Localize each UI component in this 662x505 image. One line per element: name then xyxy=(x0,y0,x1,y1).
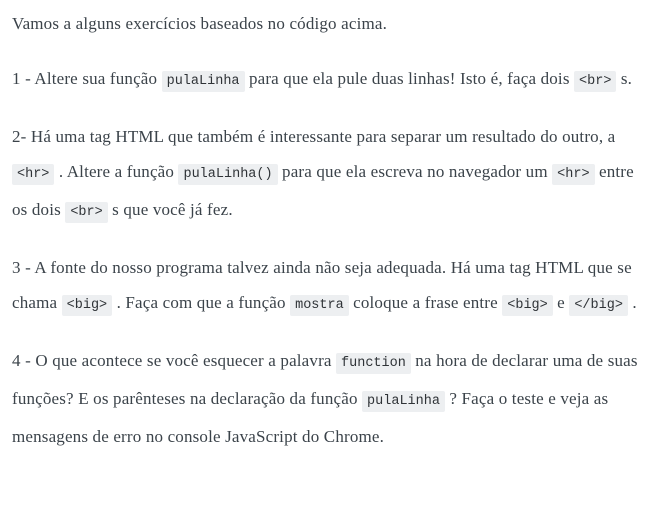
inline-code: pulaLinha() xyxy=(178,164,278,185)
inline-code: <br> xyxy=(65,202,108,223)
paragraph-text: para que ela pule duas linhas! Isto é, f… xyxy=(244,69,575,88)
paragraph-exercise-1: 1 - Altere sua função pulaLinha para que… xyxy=(12,61,650,99)
inline-code: pulaLinha xyxy=(362,391,445,412)
inline-code: <big> xyxy=(61,295,113,316)
paragraph-text: . Faça com que a função xyxy=(112,293,291,312)
inline-code: function xyxy=(336,353,411,374)
paragraph-text: s. xyxy=(616,69,633,88)
inline-code: </big> xyxy=(569,295,628,316)
paragraph-exercise-3: 3 - A fonte do nosso programa talvez ain… xyxy=(12,250,650,323)
paragraph-text: coloque a frase entre xyxy=(348,293,503,312)
document-body: Vamos a alguns exercícios baseados no có… xyxy=(0,0,662,454)
paragraph-text: e xyxy=(552,293,570,312)
paragraph-text: 1 - Altere sua função xyxy=(12,69,162,88)
paragraph-exercise-2: 2- Há uma tag HTML que também é interess… xyxy=(12,119,650,230)
inline-code: mostra xyxy=(290,295,349,316)
inline-code: <big> xyxy=(502,295,553,316)
inline-code: <br> xyxy=(574,71,617,92)
paragraph-list: Vamos a alguns exercícios baseados no có… xyxy=(12,6,650,454)
paragraph-text: s que você já fez. xyxy=(107,200,233,219)
paragraph-text: para que ela escreva no navegador um xyxy=(277,162,553,181)
inline-code: <hr> xyxy=(552,164,595,185)
paragraph-text: . Altere a função xyxy=(54,162,179,181)
inline-code: <hr> xyxy=(12,164,55,185)
paragraph-text: 4 - O que acontece se você esquecer a pa… xyxy=(12,351,337,370)
paragraph-text: . xyxy=(627,293,637,312)
paragraph-text: 2- Há uma tag HTML que também é interess… xyxy=(12,127,616,146)
paragraph-exercise-4: 4 - O que acontece se você esquecer a pa… xyxy=(12,343,650,454)
paragraph-text: Vamos a alguns exercícios baseados no có… xyxy=(12,14,387,33)
inline-code: pulaLinha xyxy=(161,71,245,92)
paragraph-intro: Vamos a alguns exercícios baseados no có… xyxy=(12,6,650,41)
